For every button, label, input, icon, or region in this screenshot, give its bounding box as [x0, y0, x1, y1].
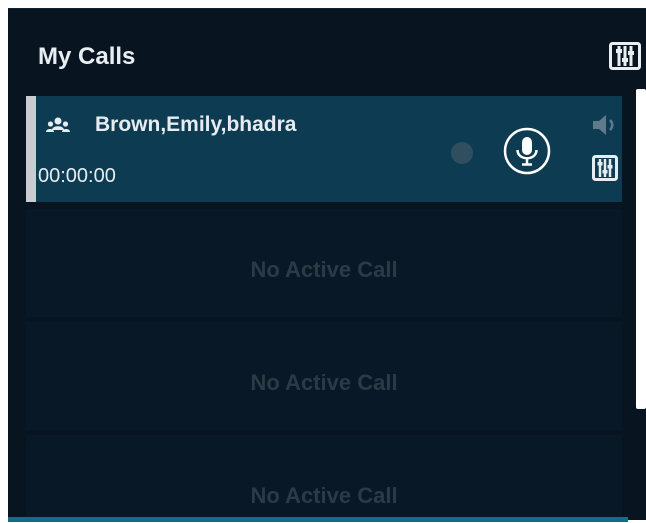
call-accent-bar [26, 96, 36, 202]
microphone-button[interactable] [502, 126, 552, 176]
no-active-call-label: No Active Call [250, 370, 398, 395]
call-timer: 00:00:00 [38, 165, 116, 187]
empty-call-slot: No Active Call [26, 209, 622, 317]
call-status-dot [451, 142, 473, 164]
mixer-icon[interactable] [592, 155, 618, 181]
speaker-icon[interactable] [591, 113, 619, 137]
panel-bottom-edge [8, 517, 628, 522]
group-icon [46, 116, 70, 136]
no-active-call-label: No Active Call [250, 483, 398, 508]
active-call-row[interactable]: Brown,Emily,bhadra 00:00:00 [26, 96, 622, 202]
microphone-icon [503, 127, 551, 175]
call-participants: Brown,Emily,bhadra [95, 113, 297, 136]
empty-call-slot: No Active Call [26, 322, 622, 430]
empty-call-slot: No Active Call [26, 435, 622, 520]
panel-title: My Calls [38, 43, 136, 70]
no-active-call-label: No Active Call [250, 257, 398, 282]
mixer-settings-icon[interactable] [609, 42, 641, 70]
my-calls-panel: My Calls Brown,Emily,bhadra 00:00:00 No … [8, 8, 646, 520]
scrollbar[interactable] [636, 89, 646, 409]
